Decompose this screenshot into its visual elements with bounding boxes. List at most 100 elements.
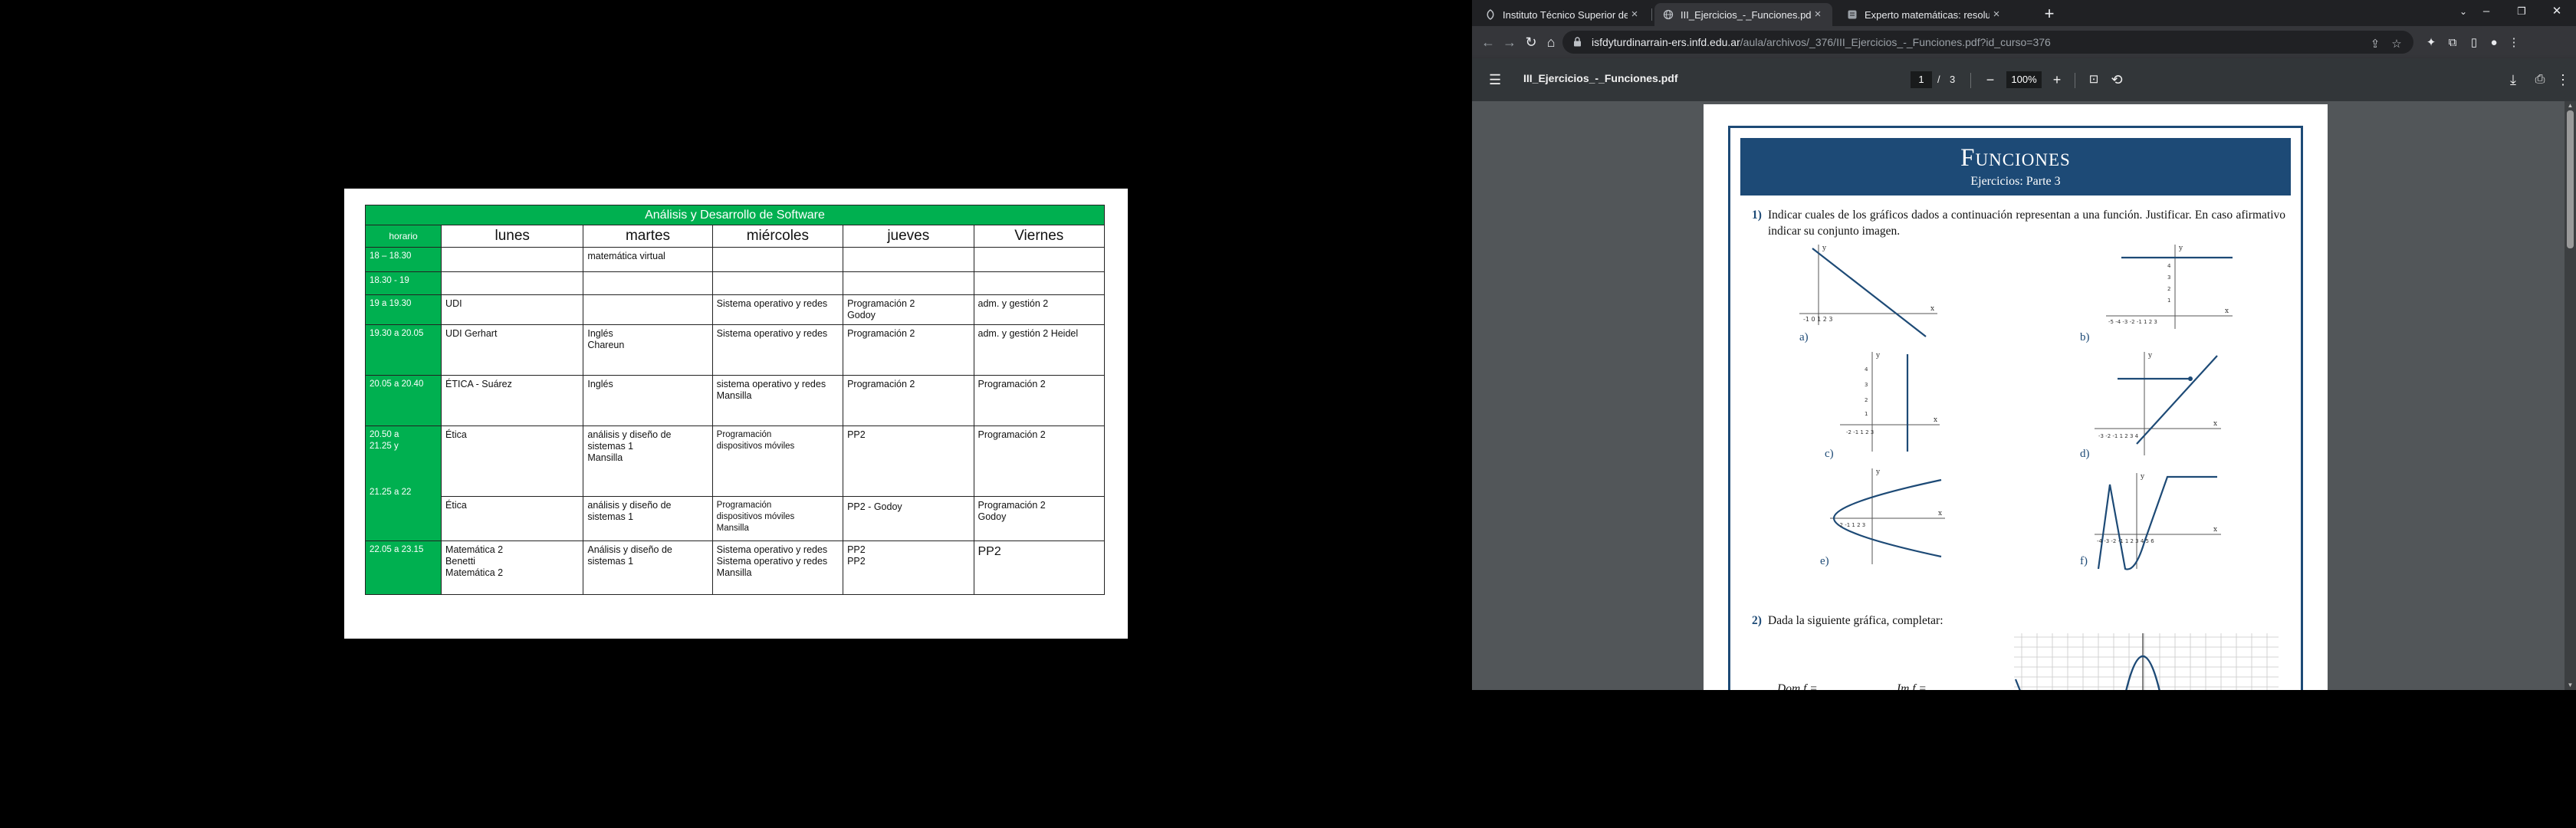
hour-cell: 22.05 a 23.15 — [364, 540, 442, 595]
hour-text: 21.25 y — [370, 442, 399, 451]
download-icon[interactable]: ⤓ — [2505, 71, 2522, 88]
schedule-cell — [583, 271, 713, 295]
graph-a-label: a) — [1799, 331, 1809, 343]
schedule-row: 20.05 a 20.40 ÉTICA - Suárez Inglés sistema… — [364, 375, 1105, 426]
schedule-row: 22.05 a 23.15 Matemática 2 Benetti Matemáti… — [364, 540, 1105, 595]
cell-text: Mansilla — [716, 567, 752, 578]
svg-text:x: x — [1934, 416, 1937, 424]
svg-text:x: x — [1930, 305, 1934, 313]
hour-text: 21.25 a 22 — [370, 488, 412, 497]
schedule-cell: sistema operativo y redes Mansilla — [711, 375, 844, 426]
close-tab-icon[interactable]: × — [1811, 8, 1825, 21]
fit-page-icon[interactable]: ⊡ — [2085, 71, 2102, 88]
schedule-cell — [973, 271, 1105, 295]
minimize-icon[interactable]: – — [2469, 0, 2504, 23]
page-number-input[interactable]: 1 — [1911, 71, 1932, 88]
tab-separator — [1651, 8, 1652, 21]
schedule-cell: Ética — [441, 426, 584, 497]
schedule-cell — [441, 247, 584, 272]
page-title: Funciones — [1960, 144, 2071, 172]
im-label: Im f = — [1897, 682, 1927, 690]
home-icon[interactable]: ⌂ — [1541, 33, 1561, 51]
svg-text:-5 -4 -3 -2 -1 1 2 3: -5 -4 -3 -2 -1 1 2 3 — [2108, 319, 2157, 325]
hour-header: horario — [364, 225, 442, 248]
day-header: lunes — [441, 225, 584, 248]
address-bar[interactable]: isfdyturdinarrain-ers.infd.edu.ar/aula/a… — [1562, 31, 2413, 54]
new-tab-button[interactable]: + — [2039, 5, 2059, 25]
graph-e: y x -2 -1 1 2 3 — [1830, 468, 1945, 564]
schedule-cell — [711, 271, 844, 295]
tab-experto[interactable]: Experto matemáticas: resolución × — [1838, 3, 2011, 26]
schedule-cell: Sistema operativo y redes — [711, 294, 844, 325]
tab-pdf[interactable]: III_Ejercicios_-_Funciones.pdf × — [1654, 3, 1832, 26]
share-icon[interactable]: ⇪ — [2367, 37, 2383, 52]
browser-window: Instituto Técnico Superior de Urquiza × … — [1472, 0, 2576, 690]
zoom-out-icon[interactable]: − — [1982, 71, 1999, 88]
schedule-cell: Ética — [441, 496, 584, 541]
back-arrow-icon[interactable]: ← — [1478, 33, 1498, 51]
svg-text:-2 -1 1 2 3: -2 -1 1 2 3 — [1838, 522, 1865, 528]
restore-icon[interactable]: ❐ — [2504, 0, 2539, 23]
reload-icon[interactable]: ↻ — [1521, 33, 1541, 51]
more-actions-icon[interactable]: ⋮ — [2555, 71, 2571, 88]
cell-text: Godoy — [847, 310, 876, 320]
schedule-cell: PP2 PP2 — [843, 540, 974, 595]
rotate-icon[interactable]: ⟲ — [2108, 71, 2125, 88]
print-icon[interactable]: ⎙ — [2532, 71, 2548, 88]
svg-text:x: x — [2225, 307, 2229, 315]
scroll-up-icon[interactable]: ▲ — [2564, 101, 2576, 110]
chrome-menu-icon[interactable]: ⋮ — [2505, 34, 2522, 51]
question-1-text: Indicar cuales de los gráficos dados a c… — [1768, 209, 2285, 238]
pdf-scrollbar[interactable]: ▲ ▼ — [2564, 101, 2576, 690]
tab-instituto[interactable]: Instituto Técnico Superior de Urquiza × — [1477, 3, 1649, 26]
cell-text: adm. y gestión 2 — [978, 298, 1049, 309]
close-window-icon[interactable]: ✕ — [2539, 0, 2574, 23]
lock-icon — [1573, 37, 1584, 48]
cell-text: Programación 2 — [978, 500, 1046, 511]
close-tab-icon[interactable]: × — [1628, 8, 1641, 21]
bookmark-star-icon[interactable]: ☆ — [2389, 37, 2404, 52]
cell-text: dispositivos móviles — [716, 512, 795, 521]
schedule-cell: Programación 2 Godoy — [843, 294, 974, 325]
cell-text: PP2 — [978, 545, 1001, 558]
svg-text:3: 3 — [2167, 274, 2170, 281]
scroll-thumb[interactable] — [2567, 110, 2574, 248]
cell-text: Godoy — [978, 511, 1007, 522]
schedule-cell: Inglés — [583, 375, 713, 426]
side-panel-icon[interactable]: ▯ — [2466, 34, 2482, 51]
graph-e-label: e) — [1820, 555, 1829, 567]
puzzle-icon[interactable]: ⧉ — [2444, 34, 2461, 51]
hamburger-menu-icon[interactable]: ☰ — [1489, 71, 1506, 88]
pdf-viewer[interactable]: Funciones Ejercicios: Parte 3 1) Indicar… — [1472, 101, 2576, 690]
schedule-row: Ética análisis y diseño de sistemas 1 Progr… — [366, 496, 1105, 541]
hour-text: 20.05 a 20.40 — [370, 380, 424, 389]
extensions-icon[interactable]: ✦ — [2423, 34, 2440, 51]
svg-text:y: y — [2140, 473, 2145, 481]
cell-text: análisis y diseño de — [587, 500, 672, 511]
cell-text: Programación 2 — [847, 298, 915, 309]
svg-text:2: 2 — [2167, 286, 2170, 292]
svg-text:x: x — [2213, 526, 2217, 534]
scroll-down-icon[interactable]: ▼ — [2564, 681, 2576, 690]
graph-f: y x -4 -3 -2 -1 1 2 3 4 5 6 — [2095, 473, 2221, 570]
cell-text: Matemática 2 — [445, 544, 504, 555]
close-tab-icon[interactable]: × — [1990, 8, 2003, 21]
schedule-cell — [711, 247, 844, 272]
zoom-in-icon[interactable]: + — [2049, 71, 2065, 88]
dom-label: Dom f = — [1777, 682, 1818, 690]
pdf-filename: III_Ejercicios_-_Funciones.pdf — [1523, 72, 1678, 84]
zoom-input[interactable]: 100% — [2006, 71, 2042, 88]
schedule-cell — [441, 271, 584, 295]
profile-icon[interactable]: ● — [2486, 34, 2502, 51]
cell-text: UDI — [445, 298, 462, 309]
cell-text: sistemas 1 — [587, 511, 634, 522]
schedule-cell: Programación 2 — [843, 324, 974, 376]
svg-text:3: 3 — [1865, 382, 1868, 388]
cell-text: Programación 2 — [847, 379, 915, 389]
cell-text: Inglés — [587, 379, 613, 389]
forward-arrow-icon[interactable]: → — [1500, 33, 1520, 51]
schedule-cell — [843, 247, 974, 272]
cell-text: Matemática 2 — [445, 567, 504, 578]
total-pages: 3 — [1950, 74, 1956, 85]
schedule-cell: Programación 2 — [843, 375, 974, 426]
